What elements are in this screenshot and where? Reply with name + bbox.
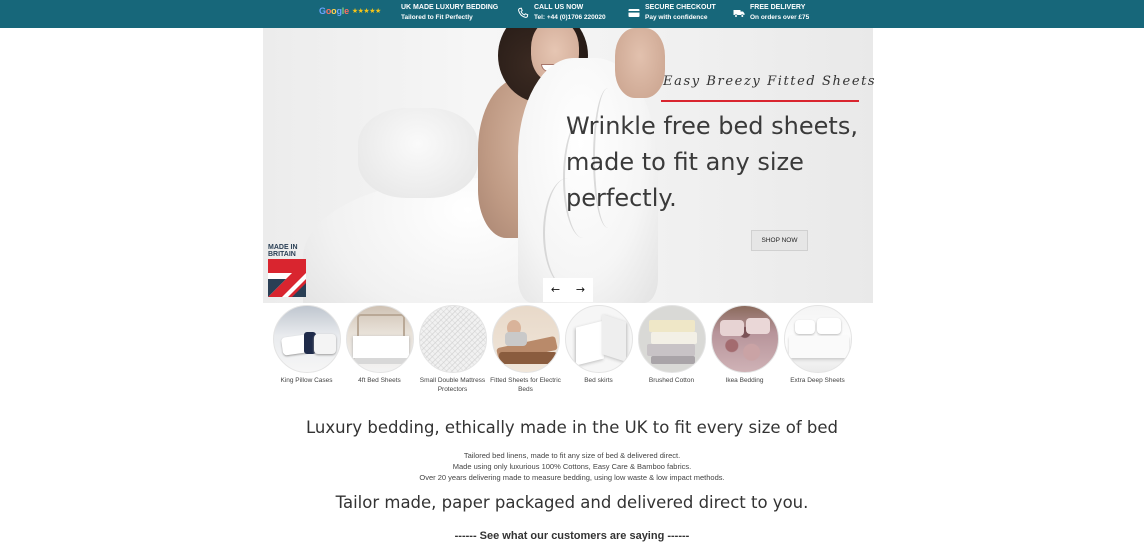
category-4ft-bed-sheets[interactable]: 4ft Bed Sheets [343,305,416,385]
prev-slide-button[interactable]: ← [543,278,568,302]
category-image[interactable] [783,305,852,373]
credit-card-icon [628,9,640,17]
shop-now-button[interactable]: SHOP NOW [751,230,808,251]
intro-heading: Luxury bedding, ethically made in the UK… [305,418,839,437]
union-flag-icon [268,259,306,297]
tagline-underline [661,100,859,102]
next-slide-button[interactable]: → [568,278,593,302]
google-rating[interactable]: Google ★★★★★ [319,6,381,16]
category-image[interactable] [637,305,706,373]
hero-tagline: Easy Breezy Fitted Sheets [663,74,877,89]
category-brushed-cotton[interactable]: Brushed Cotton [635,305,708,385]
intro-line: Over 20 years delivering made to measure… [419,473,725,482]
intro-line: Made using only luxurious 100% Cottons, … [452,462,692,471]
secure-checkout-info: SECURE CHECKOUT Pay with confidence [645,4,716,21]
free-delivery-info: FREE DELIVERY On orders over £75 [750,4,810,21]
hero-headline: Wrinkle free bed sheets, made to fit any… [566,112,858,212]
category-extra-deep-sheets[interactable]: Extra Deep Sheets [781,305,854,385]
intro-line: Tailored bed linens, made to fit any siz… [463,451,681,460]
category-image[interactable] [272,305,341,373]
google-logo: Google [319,6,349,16]
rating-stars: ★★★★★ [351,7,381,15]
phone-icon [518,7,529,18]
truck-icon [733,10,745,18]
category-bed-skirts[interactable]: Bed skirts [562,305,635,385]
category-carousel: King Pillow Cases 4ft Bed Sheets Small D… [270,305,860,395]
category-image[interactable] [345,305,414,373]
intro-paragraph: Tailored bed linens, made to fit any siz… [0,450,1144,483]
tailor-made-heading: Tailor made, paper packaged and delivere… [335,493,809,512]
category-image[interactable] [418,305,487,373]
category-king-pillow-cases[interactable]: King Pillow Cases [270,305,343,385]
customer-reviews-heading: ------ See what our customers are saying… [454,530,690,542]
category-image[interactable] [491,305,560,373]
category-ikea-bedding[interactable]: Ikea Bedding [708,305,781,385]
call-us-info[interactable]: CALL US NOW Tel: +44 (0)1706 220020 [534,3,606,23]
slider-controls: ← → [543,278,593,302]
top-info-bar: Google ★★★★★ UK MADE LUXURY BEDDING Tail… [0,0,1144,28]
category-image[interactable] [564,305,633,373]
uk-made-info: UK MADE LUXURY BEDDING Tailored to Fit P… [401,4,499,21]
category-small-double-mattress-protectors[interactable]: Small Double Mattress Protectors [416,305,489,394]
category-fitted-sheets-electric-beds[interactable]: Fitted Sheets for Electric Beds [489,305,562,394]
made-in-britain-badge: MADE IN BRITAIN [268,244,306,297]
category-image[interactable] [710,305,779,373]
